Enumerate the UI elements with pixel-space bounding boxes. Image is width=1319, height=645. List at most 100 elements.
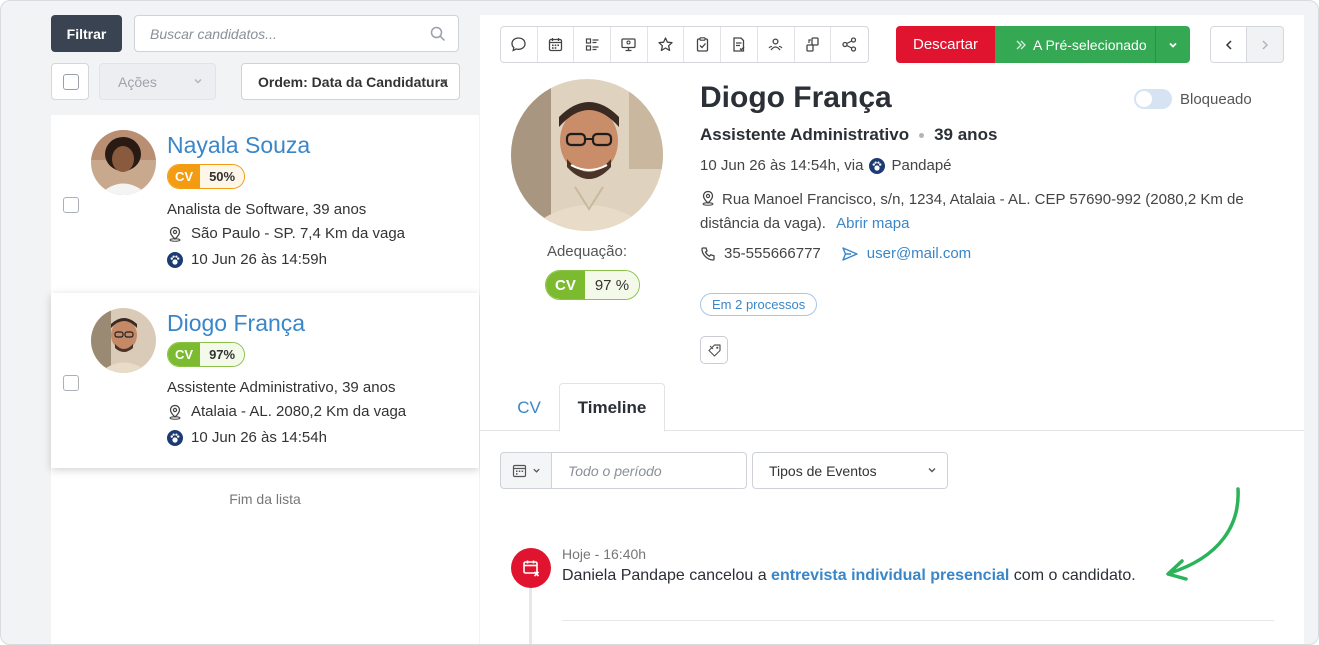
timeline-event-link[interactable]: entrevista individual presencial (771, 567, 1009, 584)
profile-tabs: CV Timeline (480, 383, 1304, 432)
profile-role: Assistente Administrativo (700, 125, 910, 144)
fit-label: Adequação: (546, 243, 628, 260)
location-pin-icon (702, 190, 714, 206)
candidate-date-row: 10 Jun 26 às 14:54h (167, 429, 327, 446)
candidate-date: 10 Jun 26 às 14:59h (191, 251, 327, 268)
action-toolbar (500, 26, 869, 63)
profile-date-row: 10 Jun 26 às 14:54h, via Pandapé (700, 157, 952, 174)
avatar (91, 308, 156, 373)
cv-label: CV (168, 165, 201, 188)
tab-timeline[interactable]: Timeline (559, 383, 665, 432)
blocked-toggle-row: Bloqueado (1134, 89, 1252, 109)
search-input[interactable] (135, 16, 415, 51)
period-input[interactable] (552, 453, 732, 488)
chevron-left-icon (1225, 39, 1232, 50)
cv-percent: 97% (200, 343, 245, 366)
candidate-card-selected[interactable]: Diogo França CV 97% Assistente Administr… (51, 293, 479, 468)
advance-stage-label: A Pré-selecionado (1033, 36, 1147, 53)
profile-email-link[interactable]: user@mail.com (867, 245, 971, 262)
blocked-toggle[interactable] (1134, 89, 1172, 109)
profile-photo (511, 79, 663, 231)
document-icon[interactable] (721, 27, 758, 62)
actions-dropdown[interactable]: Ações (99, 63, 216, 100)
fit-cv-label: CV (546, 271, 585, 299)
filter-button[interactable]: Filtrar (51, 15, 122, 52)
candidate-role: Analista de Software, 39 anos (167, 201, 367, 218)
order-label: Ordem: Data da Candidatura (258, 73, 448, 90)
list-end-label: Fim da lista (229, 491, 301, 507)
advance-stage-dropdown[interactable] (1155, 26, 1190, 63)
tab-cv[interactable]: CV (500, 383, 558, 432)
next-candidate-button[interactable] (1246, 26, 1284, 63)
timeline-event-time: Hoje - 16:40h (562, 546, 647, 562)
candidate-role: Assistente Administrativo, 39 anos (167, 379, 396, 396)
previous-candidate-button[interactable] (1210, 26, 1247, 63)
candidate-checkbox[interactable] (63, 375, 79, 391)
discard-button[interactable]: Descartar (896, 26, 995, 63)
timeline-event-text: Daniela Pandape cancelou a entrevista in… (562, 567, 1136, 585)
people-icon[interactable] (758, 27, 795, 62)
profile-contact-row: 35-555666777 user@mail.com (700, 245, 971, 262)
fit-score-badge: CV 97 % (545, 270, 641, 300)
select-all-checkbox[interactable] (51, 63, 89, 100)
search-box (134, 15, 459, 52)
share-icon[interactable] (831, 27, 868, 62)
candidate-location: Atalaia - AL. 2080,2 Km da vaga (191, 403, 407, 420)
period-field (551, 452, 747, 489)
candidate-name[interactable]: Diogo França (167, 310, 305, 337)
transfer-icon[interactable] (795, 27, 832, 62)
app-frame: Filtrar Ações Ordem: Data da Candidatura (0, 0, 1319, 645)
candidate-card[interactable]: Nayala Souza CV 50% Analista de Software… (51, 115, 479, 290)
profile-age: 39 anos (934, 125, 998, 144)
chat-icon[interactable] (501, 27, 538, 62)
calendar-icon[interactable] (538, 27, 575, 62)
paw-icon (167, 429, 183, 446)
cv-score-badge: CV 50% (167, 164, 246, 189)
timeline-event-prefix: Daniela Pandape cancelou a (562, 567, 772, 584)
candidate-date-row: 10 Jun 26 às 14:59h (167, 251, 327, 268)
timeline-event-suffix: com o candidato. (1009, 567, 1136, 584)
divider (562, 620, 1274, 621)
location-pin-icon (169, 226, 181, 242)
profile-address: Rua Manoel Francisco, s/n, 1234, Atalaia… (700, 191, 1244, 232)
search-icon[interactable] (430, 26, 446, 42)
add-tag-button[interactable] (700, 336, 728, 364)
order-dropdown[interactable]: Ordem: Data da Candidatura (241, 63, 460, 100)
profile-role-row: Assistente Administrativo 39 anos (700, 125, 997, 145)
separator-dot (919, 132, 925, 138)
highlight-arrow-icon (1166, 487, 1240, 581)
candidate-name[interactable]: Nayala Souza (167, 132, 310, 159)
blocked-label: Bloqueado (1180, 90, 1252, 108)
fit-percent: 97 % (584, 271, 640, 299)
star-icon[interactable] (648, 27, 685, 62)
advance-stage-button[interactable]: A Pré-selecionado (995, 26, 1155, 63)
phone-icon (701, 246, 715, 261)
avatar (91, 130, 156, 195)
processes-badge[interactable]: Em 2 processos (700, 293, 818, 316)
date-picker-button[interactable] (500, 452, 552, 489)
candidate-list-panel: Filtrar Ações Ordem: Data da Candidatura (1, 1, 479, 644)
actions-label: Ações (118, 73, 157, 90)
candidate-location: São Paulo - SP. 7,4 Km da vaga (191, 225, 406, 242)
candidate-location-row: Atalaia - AL. 2080,2 Km da vaga (167, 403, 406, 420)
checklist-icon[interactable] (574, 27, 612, 62)
caret-down-icon (1169, 42, 1177, 48)
profile-address-row: Rua Manoel Francisco, s/n, 1234, Atalaia… (700, 188, 1260, 236)
calendar-icon (512, 464, 526, 478)
timeline-connector (529, 581, 532, 644)
cv-label: CV (168, 343, 201, 366)
candidate-checkbox[interactable] (63, 197, 79, 213)
cv-score-badge: CV 97% (167, 342, 246, 367)
candidate-location-row: São Paulo - SP. 7,4 Km da vaga (167, 225, 405, 242)
double-chevron-right-icon (1016, 40, 1026, 49)
event-types-dropdown[interactable]: Tipos de Eventos (752, 452, 948, 489)
event-types-label: Tipos de Eventos (769, 462, 877, 479)
chevron-down-icon (194, 79, 202, 84)
candidate-detail-panel: Descartar A Pré-selecionado Adequação: C… (480, 15, 1304, 644)
location-pin-icon (169, 404, 181, 420)
cv-percent: 50% (200, 165, 245, 188)
profile-phone: 35-555666777 (724, 245, 821, 262)
monitor-icon[interactable] (611, 27, 648, 62)
open-map-link[interactable]: Abrir mapa (836, 215, 909, 232)
clipboard-icon[interactable] (684, 27, 722, 62)
